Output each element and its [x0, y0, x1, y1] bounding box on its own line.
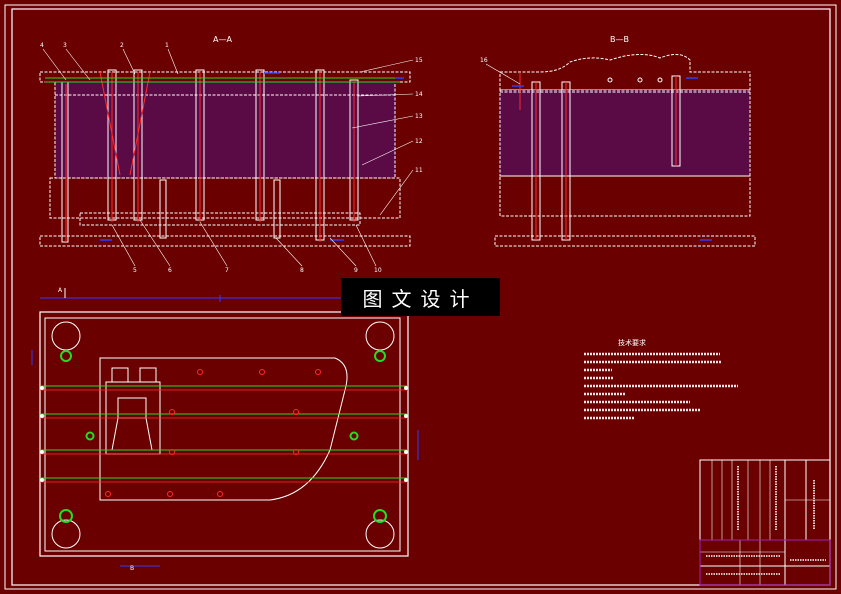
callout-15: 15 — [415, 57, 423, 64]
callout-4: 4 — [40, 42, 44, 49]
callout-2: 2 — [120, 42, 124, 49]
callout-9: 9 — [354, 267, 358, 274]
watermark-banner: 图文设计 — [341, 278, 500, 316]
callout-12: 12 — [415, 138, 423, 145]
callout-5: 5 — [133, 267, 137, 274]
callout-1: 1 — [165, 42, 169, 49]
callout-11: 11 — [415, 167, 423, 174]
callout-16: 16 — [480, 57, 488, 64]
tech-title: 技术要求 — [618, 338, 646, 347]
callout-14: 14 — [415, 91, 423, 98]
view-marker-b: B — [130, 565, 134, 572]
section-b-title: B—B — [610, 35, 629, 44]
cavity-block-a — [54, 81, 396, 179]
callout-6: 6 — [168, 267, 172, 274]
callout-3: 3 — [63, 42, 67, 49]
section-a-title: A—A — [213, 35, 232, 44]
cavity-block-b — [499, 89, 751, 177]
callout-10: 10 — [374, 267, 382, 274]
watermark-text: 图文设计 — [362, 286, 479, 311]
callout-7: 7 — [225, 267, 229, 274]
callout-13: 13 — [415, 113, 423, 120]
callout-8: 8 — [300, 267, 304, 274]
